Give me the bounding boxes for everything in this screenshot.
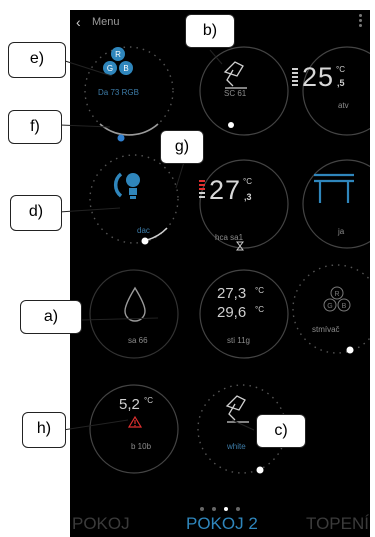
- tab-pokoj-2[interactable]: POKOJ 2: [186, 514, 258, 534]
- annotated-screenshot: ‹ Menu R G B Da 73 RGB SC 61 25 °C ,5 at…: [0, 0, 375, 537]
- tile-drop[interactable]: sa 66: [75, 255, 193, 373]
- letter-r: R: [334, 291, 339, 298]
- level-bars-icon: [292, 68, 298, 86]
- callout-c: c): [256, 414, 306, 448]
- level-bars-icon: [199, 180, 205, 198]
- tile-temp-1[interactable]: 25 °C ,5 atv: [288, 32, 370, 150]
- temperature-unit: °C: [243, 177, 252, 186]
- back-arrow-icon[interactable]: ‹: [76, 14, 81, 30]
- temperature-value: 25: [302, 62, 335, 92]
- tile-label: Da 73 RGB: [98, 88, 139, 97]
- letter-g: G: [107, 64, 113, 73]
- desk-lamp-icon: [225, 395, 249, 423]
- room-tabs: POKOJ POKOJ 2 TOPENÍ: [70, 510, 370, 537]
- water-drop-icon: [124, 286, 146, 322]
- temperature-unit: °C: [336, 65, 345, 74]
- tile-label: atv: [338, 101, 349, 110]
- letter-b: B: [123, 64, 128, 73]
- warning-icon: [127, 415, 143, 428]
- temperature-value: 5,2: [119, 396, 140, 413]
- letter-b: B: [342, 303, 347, 310]
- tile-label: sti 11g: [227, 336, 250, 345]
- callout-g: g): [160, 130, 204, 164]
- temperature-value: 27: [209, 175, 242, 205]
- temperature-unit-1: °C: [255, 286, 264, 295]
- tile-alarm-temp[interactable]: 5,2 °C b 10b: [75, 370, 193, 488]
- tile-label: white: [227, 442, 246, 451]
- dial-ring: [89, 269, 179, 359]
- dial-ring: [89, 384, 179, 474]
- tab-topeni[interactable]: TOPENÍ: [306, 514, 369, 534]
- callout-d: d): [10, 195, 62, 231]
- dial-ring: R G B: [292, 264, 370, 354]
- tile-table[interactable]: ja: [288, 145, 370, 263]
- tile-label: stmívač: [312, 325, 340, 334]
- slider-knob: [141, 237, 149, 245]
- callout-h: h): [22, 412, 66, 448]
- tile-label: hca sa1: [215, 233, 244, 242]
- temperature-value-2: 29,6: [217, 304, 247, 321]
- overflow-menu-icon[interactable]: [358, 14, 364, 29]
- slider-knob: [346, 346, 354, 354]
- desk-lamp-icon: [223, 61, 247, 89]
- callout-a: a): [20, 300, 82, 334]
- tile-label: dac: [137, 226, 150, 235]
- letter-r: R: [115, 50, 121, 59]
- dial-ring: [302, 159, 370, 249]
- menu-link[interactable]: Menu: [92, 16, 120, 28]
- tile-rgb-off[interactable]: R G B stmívač: [278, 250, 370, 368]
- table-icon: [314, 173, 354, 203]
- temperature-unit-2: °C: [255, 305, 264, 314]
- temperature-value-1: 27,3: [217, 285, 247, 302]
- dial-ring: [199, 159, 289, 251]
- callout-f: f): [8, 110, 62, 144]
- callout-b: b): [185, 14, 235, 48]
- slider-knob: [256, 466, 264, 474]
- clock-icon: [228, 122, 234, 128]
- hourglass-icon: [236, 241, 244, 251]
- temperature-decimal: ,5: [337, 78, 345, 88]
- letter-g: G: [327, 303, 332, 310]
- bulb-icon: [113, 172, 140, 199]
- tile-label: SC 61: [224, 89, 247, 98]
- temperature-unit: °C: [144, 396, 153, 405]
- tile-label: sa 66: [128, 336, 148, 345]
- tile-label: b 10b: [131, 442, 152, 451]
- phone-screen: ‹ Menu R G B Da 73 RGB SC 61 25 °C ,5 at…: [70, 10, 370, 537]
- callout-e: e): [8, 42, 66, 78]
- temperature-decimal: ,3: [244, 192, 252, 202]
- tab-pokoj[interactable]: POKOJ: [72, 514, 130, 534]
- tile-label: ja: [338, 227, 345, 236]
- tile-temp-2[interactable]: 27 °C ,3 hca sa1: [185, 145, 303, 263]
